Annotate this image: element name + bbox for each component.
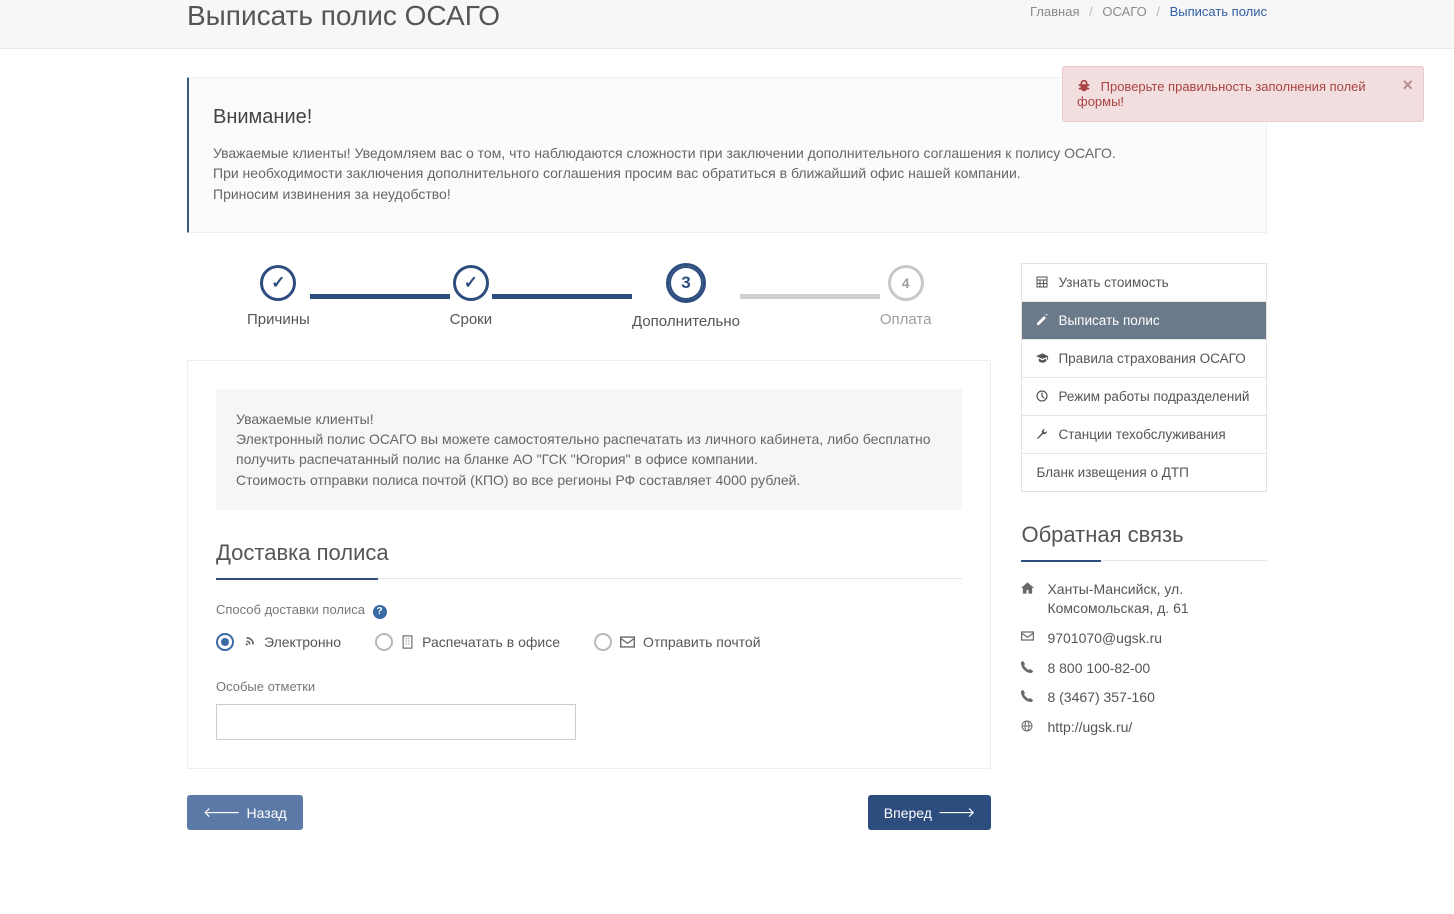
sidebar-item-issue[interactable]: Выписать полис — [1022, 302, 1266, 340]
error-toast-text: Проверьте правильность заполнения полей … — [1077, 79, 1366, 109]
next-button[interactable]: Вперед 🡒 — [868, 795, 992, 830]
globe-icon — [1021, 720, 1035, 732]
wizard-connector — [310, 294, 450, 299]
back-button[interactable]: 🡐 Назад — [187, 795, 303, 830]
sidebar-item-schedule[interactable]: Режим работы подразделений — [1022, 378, 1266, 416]
wizard-connector — [492, 294, 632, 299]
envelope-icon — [620, 636, 635, 648]
envelope-icon — [1021, 631, 1035, 641]
wifi-icon — [242, 635, 256, 649]
wizard-step-1-circle[interactable] — [260, 265, 296, 301]
wizard-step-4-circle: 4 — [888, 265, 924, 301]
notice-line2: Электронный полис ОСАГО вы можете самост… — [236, 429, 942, 470]
delivery-section-title: Доставка полиса — [216, 540, 962, 579]
delivery-method-label: Способ доставки полиса ? — [216, 602, 962, 619]
radio-office-label: Распечатать в офисе — [422, 634, 560, 650]
wizard-step-3-circle[interactable]: 3 — [666, 263, 706, 303]
arrow-left-icon: 🡐 — [203, 804, 241, 821]
wizard-step-4-label: Оплата — [880, 311, 932, 328]
radio-office[interactable]: Распечатать в офисе — [375, 633, 560, 651]
edit-icon — [1036, 314, 1050, 326]
phone-icon — [1021, 690, 1035, 702]
wizard-step-3-label: Дополнительно — [632, 313, 740, 330]
help-icon[interactable]: ? — [373, 605, 387, 619]
attention-line1: Уважаемые клиенты! Уведомляем вас о том,… — [213, 143, 1242, 163]
bug-icon — [1077, 79, 1095, 94]
radio-post-label: Отправить почтой — [643, 634, 761, 650]
calculator-icon — [1036, 276, 1050, 288]
arrow-right-icon: 🡒 — [938, 804, 976, 821]
breadcrumb-category[interactable]: ОСАГО — [1102, 4, 1146, 19]
wizard-steps: Причины Сроки 3 Дополнительно 4 Оплата — [187, 263, 991, 330]
graduation-icon — [1036, 353, 1050, 363]
wrench-icon — [1036, 428, 1050, 440]
contact-address: Ханты-Мансийск, ул. Комсомольская, д. 61 — [1047, 580, 1267, 619]
clock-icon — [1036, 390, 1050, 402]
radio-post[interactable]: Отправить почтой — [594, 633, 761, 651]
feedback-title: Обратная связь — [1021, 522, 1267, 561]
breadcrumb-current: Выписать полис — [1170, 4, 1267, 19]
building-icon — [401, 635, 414, 649]
remarks-label: Особые отметки — [216, 679, 962, 694]
form-panel: Уважаемые клиенты! Электронный полис ОСА… — [187, 360, 991, 769]
wizard-step-2-label: Сроки — [450, 311, 492, 328]
sidebar-item-form[interactable]: Бланк извещения о ДТП — [1022, 454, 1266, 491]
contact-list: Ханты-Мансийск, ул. Комсомольская, д. 61… — [1021, 580, 1267, 738]
page-title: Выписать полис ОСАГО — [187, 0, 500, 32]
wizard-connector — [740, 294, 880, 299]
radio-electronic[interactable]: Электронно — [216, 633, 341, 651]
breadcrumb: Главная / ОСАГО / Выписать полис — [1030, 0, 1267, 19]
attention-line3: Приносим извинения за неудобство! — [213, 184, 1242, 204]
contact-email[interactable]: 9701070@ugsk.ru — [1047, 629, 1162, 649]
sidebar-nav: Узнать стоимость Выписать полис Правила … — [1021, 263, 1267, 492]
wizard-step-2-circle[interactable] — [453, 265, 489, 301]
notice-line1: Уважаемые клиенты! — [236, 409, 942, 429]
contact-url[interactable]: http://ugsk.ru/ — [1047, 718, 1132, 738]
error-toast: Проверьте правильность заполнения полей … — [1062, 66, 1424, 122]
sidebar-item-calculate[interactable]: Узнать стоимость — [1022, 264, 1266, 302]
phone-icon — [1021, 661, 1035, 673]
radio-electronic-label: Электронно — [264, 634, 341, 650]
wizard-step-1-label: Причины — [247, 311, 310, 328]
remarks-input[interactable] — [216, 704, 576, 740]
sidebar-item-stations[interactable]: Станции техобслуживания — [1022, 416, 1266, 454]
breadcrumb-home[interactable]: Главная — [1030, 4, 1079, 19]
close-icon[interactable]: × — [1402, 77, 1413, 93]
home-icon — [1021, 582, 1035, 594]
attention-line2: При необходимости заключения дополнитель… — [213, 163, 1242, 183]
notice-line3: Стоимость отправки полиса почтой (КПО) в… — [236, 470, 942, 490]
contact-phone-1[interactable]: 8 800 100-82-00 — [1047, 659, 1150, 679]
sidebar-item-rules[interactable]: Правила страхования ОСАГО — [1022, 340, 1266, 378]
contact-phone-2[interactable]: 8 (3467) 357-160 — [1047, 688, 1154, 708]
info-notice: Уважаемые клиенты! Электронный полис ОСА… — [216, 389, 962, 510]
